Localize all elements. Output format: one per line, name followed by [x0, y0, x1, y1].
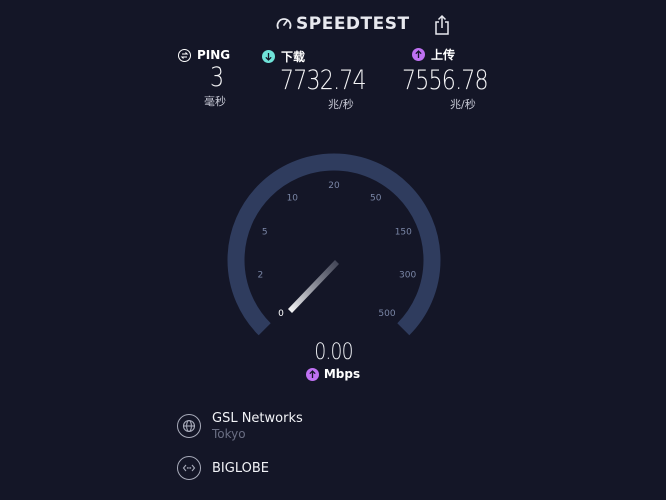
isp-name: BIGLOBE	[212, 460, 269, 476]
gauge-tick-label: 150	[395, 227, 412, 237]
speed-gauge: 0 2 5 10 20 50 150 300 500	[227, 153, 441, 336]
gauge-tick-label: 10	[287, 194, 299, 204]
gauge-tick-label: 50	[370, 194, 382, 204]
gauge-tick-label: 5	[262, 227, 268, 237]
isp-provider: BIGLOBE	[177, 456, 269, 480]
gauge-tick-label: 20	[328, 181, 340, 191]
upload-arrow-icon	[305, 367, 319, 381]
speedtest-screen: SPEEDTEST PING 3 毫秒 下载 7732.74 兆/秒 上传 75…	[0, 0, 666, 500]
host-server[interactable]: GSL Networks Tokyo	[177, 411, 303, 441]
gauge-needle	[288, 260, 339, 313]
host-location: Tokyo	[212, 427, 246, 441]
connection-icon	[177, 456, 201, 480]
gauge-tick-label: 0	[278, 309, 284, 319]
host-name: GSL Networks	[212, 411, 303, 426]
current-speed: 0.00	[0, 340, 666, 365]
speed-unit-label: Mbps	[323, 367, 361, 381]
globe-icon	[177, 414, 201, 438]
speed-unit: Mbps	[0, 367, 666, 381]
gauge-tick-label: 300	[399, 271, 416, 281]
gauge-tick-label: 500	[378, 309, 395, 319]
current-speed-value: 0.00	[313, 340, 353, 365]
gauge-tick-label: 2	[258, 271, 264, 281]
